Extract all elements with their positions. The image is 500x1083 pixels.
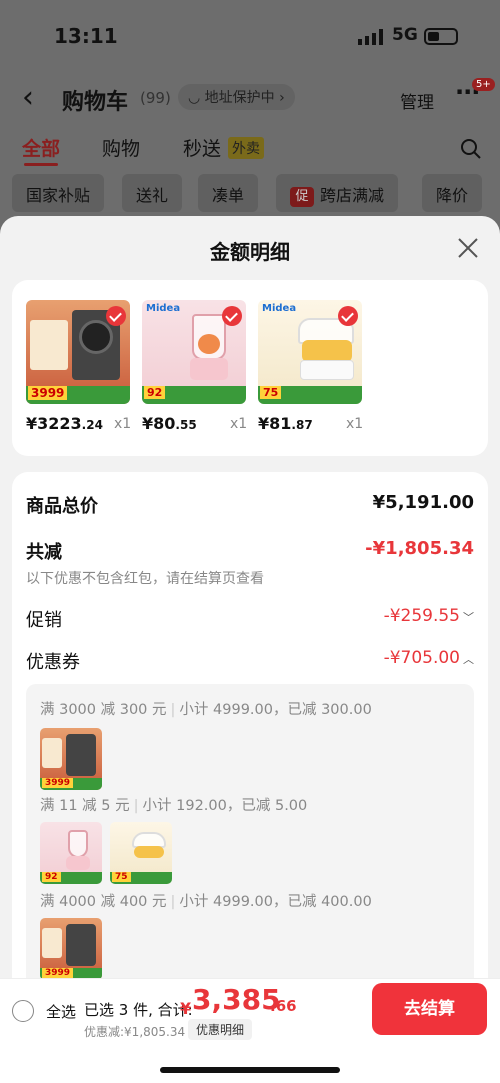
price-detail-sheet: 金额明细 3999 ¥3223.24 x1 Midea 92 ¥80.55 x1 xyxy=(0,216,500,1006)
product-qty: x1 xyxy=(114,416,132,432)
chip-gift[interactable]: 送礼 xyxy=(122,174,183,212)
product-strip: 3999 ¥3223.24 x1 Midea 92 ¥80.55 x1 Mide… xyxy=(12,280,488,456)
tab-flash[interactable]: 秒送 xyxy=(183,134,221,161)
status-time: 13:11 xyxy=(54,24,118,48)
product-price: ¥80.55 xyxy=(142,414,197,433)
address-protect-button[interactable]: ◡ 地址保护中 › xyxy=(178,84,295,110)
discount-amount: 优惠减:¥1,805.34 xyxy=(84,1025,186,1039)
coupon-rule-line: 满 11 减 5 元 | 小计 192.00，已减 5.00 xyxy=(40,798,308,814)
cart-count: (99) xyxy=(140,89,171,107)
chevron-down-icon: ﹀ xyxy=(463,611,474,624)
product-qty: x1 xyxy=(346,416,364,432)
coupon-product-thumb: 3999 xyxy=(40,918,102,980)
chevron-up-icon: ︿ xyxy=(463,653,474,666)
back-icon[interactable]: ‹ xyxy=(22,80,34,115)
status-bar: 13:11 5G xyxy=(0,0,500,72)
discount-detail-button[interactable]: 优惠明细 xyxy=(188,1019,253,1040)
chip-price-drop[interactable]: 降价 xyxy=(422,174,483,212)
total-amount: 3,385 xyxy=(192,983,281,1016)
tab-shop[interactable]: 购物 xyxy=(102,134,140,161)
coupon-label: 优惠券 xyxy=(26,652,80,673)
nav-bar: ‹ 购物车 (99) ◡ 地址保护中 › 管理 ··· xyxy=(0,74,500,120)
blender-image: Midea 92 xyxy=(142,300,246,404)
select-all-radio[interactable] xyxy=(12,1000,34,1022)
checked-icon xyxy=(338,306,358,326)
washer-dryer-image: 3999 xyxy=(26,300,130,404)
promo-label: 促销 xyxy=(26,610,62,631)
checked-icon xyxy=(222,306,242,326)
amount-detail-card: 商品总价 ¥5,191.00 共减 -¥1,805.34 以下优惠不包含红包，请… xyxy=(12,472,488,1006)
product-item[interactable]: Midea 75 ¥81.87 x1 xyxy=(258,300,363,433)
reduce-hint: 以下优惠不包含红包，请在结算页查看 xyxy=(26,571,264,587)
close-icon[interactable] xyxy=(456,236,480,260)
tab-bar: 全部 购物 秒送 外卖 xyxy=(0,134,500,170)
total-currency: ¥ xyxy=(180,999,192,1018)
promo-value: -¥259.55 xyxy=(383,606,460,626)
product-price: ¥81.87 xyxy=(258,414,313,433)
coupon-product-thumb: 92 xyxy=(40,822,102,884)
sheet-title: 金额明细 xyxy=(210,240,290,264)
total-label: 商品总价 xyxy=(26,496,98,517)
coupon-product-thumb: 75 xyxy=(110,822,172,884)
egg-cooker-image: Midea 75 xyxy=(258,300,362,404)
manage-button[interactable]: 管理 xyxy=(400,88,434,113)
coupon-rule-line: 满 3000 减 300 元 | 小计 4999.00，已减 300.00 xyxy=(40,702,372,718)
total-decimal: .66 xyxy=(270,997,297,1015)
promo-toggle[interactable]: -¥259.55 ﹀ xyxy=(384,606,474,626)
select-all-label[interactable]: 全选 xyxy=(46,1001,76,1022)
product-price: ¥3223.24 xyxy=(26,414,103,433)
signal-icon xyxy=(358,29,383,45)
product-item[interactable]: 3999 ¥3223.24 x1 xyxy=(26,300,131,433)
total-value: ¥5,191.00 xyxy=(372,492,474,513)
battery-icon xyxy=(424,28,458,45)
notification-badge: 5+ xyxy=(472,78,495,91)
tab-underline xyxy=(24,163,58,166)
coupon-value: -¥705.00 xyxy=(383,648,460,668)
chip-cross-store-label: 跨店满减 xyxy=(320,186,385,205)
reduce-value: -¥1,805.34 xyxy=(365,538,474,559)
chip-cross-store[interactable]: 促跨店满减 xyxy=(276,174,399,212)
tab-flash-tag: 外卖 xyxy=(228,137,264,159)
coupon-product-thumb: 3999 xyxy=(40,728,102,790)
checked-icon xyxy=(106,306,126,326)
reduce-label: 共减 xyxy=(26,542,62,563)
network-label: 5G xyxy=(392,25,418,45)
filter-chips: 国家补贴 送礼 凑单 促跨店满减 降价 xyxy=(0,174,500,214)
home-indicator xyxy=(160,1067,340,1073)
product-qty: x1 xyxy=(230,416,248,432)
coupon-toggle[interactable]: -¥705.00 ︿ xyxy=(384,648,474,668)
checkout-button[interactable]: 去结算 xyxy=(372,983,487,1035)
chip-add-on[interactable]: 凑单 xyxy=(198,174,259,212)
promo-icon: 促 xyxy=(290,187,314,207)
product-item[interactable]: Midea 92 ¥80.55 x1 xyxy=(142,300,247,433)
tab-all[interactable]: 全部 xyxy=(22,134,60,161)
page-title: 购物车 xyxy=(62,90,129,115)
selected-count: 已选 3 件, 合计: xyxy=(84,1001,193,1019)
chip-national-subsidy[interactable]: 国家补贴 xyxy=(12,174,105,212)
coupon-breakdown: 满 3000 减 300 元 | 小计 4999.00，已减 300.00 3999… xyxy=(26,684,474,1004)
coupon-rule-line: 满 4000 减 400 元 | 小计 4999.00，已减 400.00 xyxy=(40,894,372,910)
search-icon[interactable] xyxy=(460,138,482,160)
